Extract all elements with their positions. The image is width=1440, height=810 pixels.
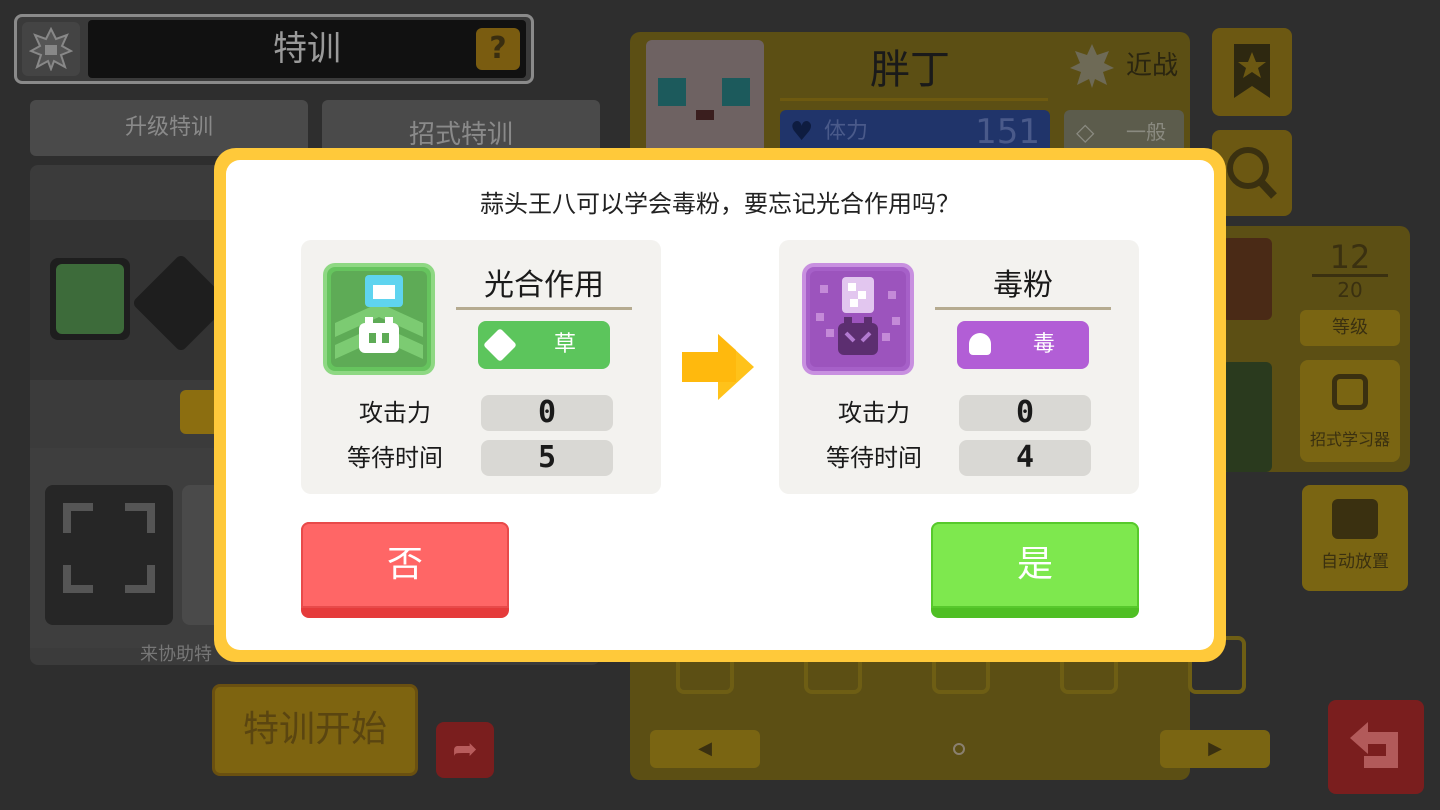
prev-page-button[interactable]: ◀ [650, 730, 760, 768]
helper-slot-empty[interactable] [45, 485, 173, 625]
robot-icon [1332, 499, 1378, 539]
auto-place-button[interactable]: 自动放置 [1302, 485, 1408, 591]
wait-time-value: 4 [959, 440, 1091, 476]
level-max: 20 [1337, 278, 1363, 302]
wait-time-label: 等待时间 [826, 444, 922, 472]
ingredient-card [1222, 238, 1272, 320]
share-icon[interactable]: ➦ [436, 722, 494, 778]
move-learner-button[interactable]: 招式学习器 [1300, 360, 1400, 462]
pokemon-portrait [646, 40, 764, 160]
back-button[interactable] [1328, 700, 1424, 794]
helper-text: 来协助特 [140, 644, 212, 665]
skull-icon [969, 333, 991, 355]
ingredient-card [1222, 362, 1272, 472]
grass-type-badge: 草 [478, 321, 610, 369]
page-dot [953, 743, 965, 755]
wait-time-label: 等待时间 [347, 444, 443, 472]
question-icon[interactable]: ? [476, 28, 520, 70]
leaf-icon [483, 328, 517, 362]
level-label: 等级 [1300, 310, 1400, 346]
level-current: 12 [1329, 238, 1371, 276]
poison-type-badge: 毒 [957, 321, 1089, 369]
dialog-question: 蒜头王八可以学会毒粉，要忘记光合作用吗？ [480, 190, 960, 218]
grass-move-icon [323, 263, 435, 375]
pokemon-name: 胖丁 [870, 47, 950, 93]
attack-value: 0 [481, 395, 613, 431]
machine-icon [1332, 374, 1368, 410]
name-underline [780, 98, 1048, 101]
yes-button[interactable]: 是 [931, 522, 1139, 618]
poison-move-icon [802, 263, 914, 375]
old-move-name: 光合作用 [456, 262, 632, 310]
arrow-right-icon [680, 332, 756, 402]
attack-value: 0 [959, 395, 1091, 431]
favorite-button[interactable] [1212, 28, 1292, 116]
level-divider [1312, 274, 1388, 277]
new-move-name: 毒粉 [935, 262, 1111, 310]
wait-time-value: 5 [481, 440, 613, 476]
hp-label: 体力 [824, 119, 869, 144]
move-slot[interactable] [50, 258, 130, 340]
next-page-button[interactable]: ▶ [1160, 730, 1270, 768]
page-title: 特训 [273, 29, 341, 69]
attack-style: 近战 [1126, 51, 1179, 81]
no-button[interactable]: 否 [301, 522, 509, 618]
start-training-button[interactable]: 特训开始 [212, 684, 418, 776]
attack-label: 攻击力 [359, 399, 431, 427]
attack-label: 攻击力 [838, 399, 910, 427]
spiky-badge-icon [22, 22, 80, 76]
